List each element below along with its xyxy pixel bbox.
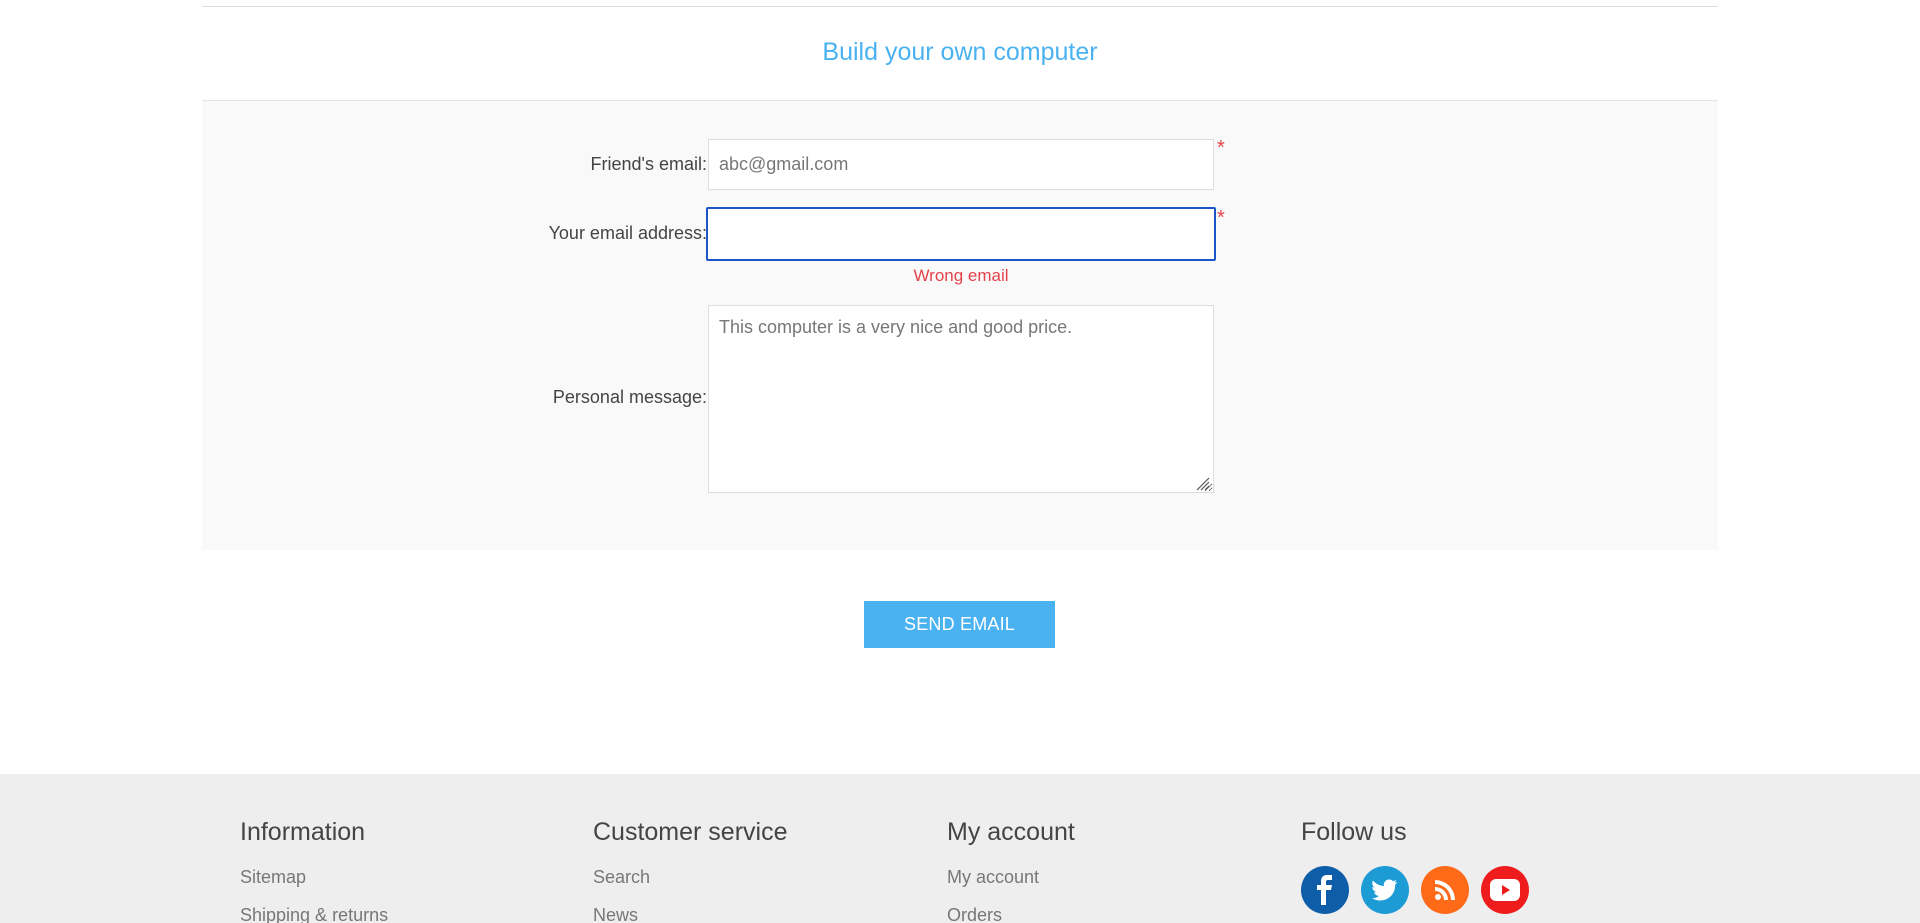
- footer-follow-us: Follow us: [1301, 818, 1529, 914]
- footer-my-account-title: My account: [947, 818, 1075, 846]
- email-error-message: Wrong email: [913, 266, 1009, 285]
- email-a-friend-page: Build your own computer Friend's email: …: [0, 0, 1920, 923]
- email-a-friend-form: Friend's email: * Your email address: * …: [202, 101, 1718, 550]
- youtube-icon[interactable]: [1481, 866, 1529, 914]
- footer-follow-us-title: Follow us: [1301, 818, 1407, 846]
- friend-email-label: Friend's email:: [590, 154, 707, 174]
- rss-icon[interactable]: [1421, 866, 1469, 914]
- footer-link-orders[interactable]: Orders: [947, 904, 1075, 923]
- footer-customer-service: Customer service Search News: [593, 818, 788, 923]
- footer-customer-service-title: Customer service: [593, 818, 788, 846]
- required-marker: *: [1217, 137, 1225, 159]
- personal-message-row: Personal message: This computer is a ver…: [202, 305, 1718, 493]
- personal-message-label: Personal message:: [552, 387, 707, 407]
- facebook-icon[interactable]: [1301, 866, 1349, 914]
- footer-link-shipping-returns[interactable]: Shipping & returns: [240, 904, 388, 923]
- footer-link-search[interactable]: Search: [593, 866, 788, 904]
- social-links: [1301, 866, 1529, 914]
- product-title[interactable]: Build your own computer: [202, 7, 1718, 101]
- required-marker: *: [1217, 207, 1225, 229]
- resize-handle-icon[interactable]: [1194, 475, 1210, 491]
- footer-my-account: My account My account Orders: [947, 818, 1075, 923]
- friend-email-row: Friend's email: *: [202, 137, 1718, 190]
- footer-link-sitemap[interactable]: Sitemap: [240, 866, 388, 904]
- footer-information: Information Sitemap Shipping & returns: [240, 818, 388, 923]
- footer-link-my-account[interactable]: My account: [947, 866, 1075, 904]
- your-email-input[interactable]: [706, 207, 1216, 261]
- personal-message-textarea[interactable]: This computer is a very nice and good pr…: [708, 305, 1214, 493]
- twitter-icon[interactable]: [1361, 866, 1409, 914]
- main-content: Build your own computer Friend's email: …: [202, 0, 1718, 550]
- send-email-button[interactable]: Send email: [864, 601, 1055, 648]
- site-footer: Information Sitemap Shipping & returns C…: [0, 774, 1920, 923]
- footer-information-title: Information: [240, 818, 366, 846]
- friend-email-input[interactable]: [708, 139, 1214, 190]
- your-email-label: Your email address:: [548, 223, 707, 243]
- top-divider: [202, 0, 1718, 7]
- footer-link-news[interactable]: News: [593, 904, 788, 923]
- your-email-row: Your email address: * Wrong email: [202, 207, 1718, 287]
